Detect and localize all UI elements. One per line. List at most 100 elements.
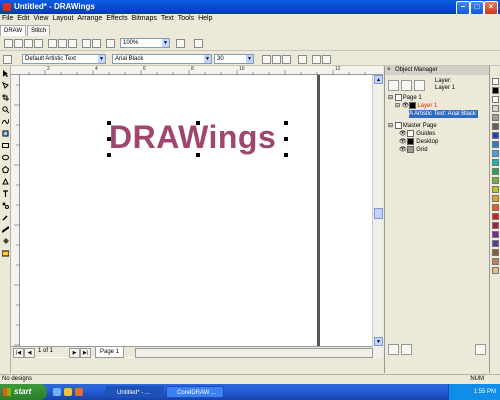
clock[interactable]: 1:55 PM [474, 389, 496, 395]
scroll-down-icon[interactable]: ▼ [374, 337, 383, 346]
options-icon[interactable] [176, 39, 185, 48]
visibility-icon[interactable]: 👁 [399, 147, 407, 153]
color-swatch[interactable] [492, 87, 499, 94]
interactive-blend-tool-icon[interactable] [2, 202, 9, 209]
color-swatch[interactable] [492, 132, 499, 139]
font-name-select[interactable]: Arial Black ▼ [112, 54, 212, 64]
bold-icon[interactable] [262, 55, 271, 64]
visibility-icon[interactable]: 👁 [399, 131, 407, 137]
selection-handle[interactable] [284, 153, 288, 157]
horizontal-scrollbar[interactable] [135, 348, 373, 358]
layer-manager-view-icon[interactable] [414, 80, 425, 91]
prev-page-icon[interactable]: ◀ [24, 348, 35, 358]
undo-icon[interactable] [82, 39, 91, 48]
menu-arrange[interactable]: Arrange [75, 14, 104, 24]
color-swatch[interactable] [492, 114, 499, 121]
selection-handle[interactable] [284, 121, 288, 125]
color-swatch[interactable] [492, 96, 499, 103]
color-swatch[interactable] [492, 141, 499, 148]
color-swatch[interactable] [492, 168, 499, 175]
selection-handle[interactable] [107, 121, 111, 125]
selection-handle[interactable] [107, 137, 111, 141]
drawing-canvas[interactable]: DRAWings [20, 75, 372, 358]
selection-handle[interactable] [196, 121, 200, 125]
new-master-layer-icon[interactable] [401, 344, 412, 355]
tree-item-master-page[interactable]: ⊟ Master Page [388, 122, 437, 130]
cut-icon[interactable] [48, 39, 57, 48]
save-icon[interactable] [24, 39, 33, 48]
menu-bitmaps[interactable]: Bitmaps [130, 14, 159, 24]
docker-close-icon[interactable]: × [387, 67, 391, 73]
outline-tool-icon[interactable] [1, 226, 10, 233]
text-tool-icon[interactable] [2, 190, 9, 197]
redo-icon[interactable] [92, 39, 101, 48]
menu-tools[interactable]: Tools [176, 14, 196, 24]
help-icon[interactable] [194, 39, 203, 48]
new-layer-icon[interactable] [388, 344, 399, 355]
import-icon[interactable] [106, 39, 115, 48]
menu-layout[interactable]: Layout [50, 14, 75, 24]
tab-draw[interactable]: DRAW [0, 25, 27, 36]
text-style-select[interactable]: Default Artistic Text ▼ [22, 54, 106, 64]
color-swatch[interactable] [492, 123, 499, 130]
eyedropper-tool-icon[interactable] [2, 214, 9, 221]
next-page-icon[interactable]: ▶ [69, 348, 80, 358]
open-icon[interactable] [14, 39, 23, 48]
italic-icon[interactable] [272, 55, 281, 64]
rectangle-tool-icon[interactable] [2, 142, 9, 149]
selection-handle[interactable] [196, 153, 200, 157]
start-button[interactable]: start [0, 384, 47, 400]
freehand-tool-icon[interactable] [1, 118, 10, 125]
task-coreldraw[interactable]: CorelDRAW ... [166, 386, 224, 398]
show-properties-icon[interactable] [388, 80, 399, 91]
format-text-icon[interactable] [312, 55, 321, 64]
color-swatch[interactable] [492, 195, 499, 202]
menu-effects[interactable]: Effects [104, 14, 129, 24]
artistic-text-object[interactable]: DRAWings [109, 121, 276, 153]
tree-item-grid[interactable]: 👁 Grid [399, 146, 428, 154]
crop-tool-icon[interactable] [2, 94, 9, 101]
menu-text[interactable]: Text [159, 14, 176, 24]
basic-shapes-tool-icon[interactable] [2, 177, 9, 185]
smart-fill-tool-icon[interactable] [2, 130, 9, 137]
menu-file[interactable]: File [0, 14, 15, 24]
color-swatch[interactable] [492, 78, 499, 85]
copy-icon[interactable] [58, 39, 67, 48]
visibility-icon[interactable]: 👁 [402, 103, 410, 109]
visibility-icon[interactable]: 👁 [399, 139, 407, 145]
quick-launch-ie-icon[interactable] [53, 388, 61, 396]
paste-icon[interactable] [68, 39, 77, 48]
page-tab[interactable]: Page 1 [95, 347, 125, 358]
underline-icon[interactable] [282, 55, 291, 64]
first-page-icon[interactable]: |◀ [13, 348, 24, 358]
vertical-scrollbar[interactable]: ▲ ▼ [372, 75, 383, 358]
tree-item-desktop[interactable]: 👁 Desktop [399, 138, 438, 146]
interactive-fill-tool-icon[interactable] [1, 250, 10, 257]
tree-item-guides[interactable]: 👁 Guides [399, 130, 435, 138]
color-swatch[interactable] [492, 150, 499, 157]
color-swatch[interactable] [492, 204, 499, 211]
menu-view[interactable]: View [31, 14, 50, 24]
task-drawings[interactable]: Untitled* - ... [106, 386, 164, 398]
color-swatch[interactable] [492, 105, 499, 112]
selection-handle[interactable] [107, 153, 111, 157]
quick-launch-folder-icon[interactable] [64, 388, 72, 396]
scroll-thumb[interactable] [374, 208, 383, 219]
zoom-tool-icon[interactable] [2, 106, 10, 114]
tab-stitch[interactable]: Stitch [27, 25, 51, 36]
minimize-button[interactable]: – [456, 1, 470, 15]
ellipse-tool-icon[interactable] [2, 154, 9, 161]
color-swatch[interactable] [492, 159, 499, 166]
quick-launch-media-icon[interactable] [75, 388, 83, 396]
color-swatch[interactable] [492, 177, 499, 184]
tree-item-layer[interactable]: ⊟ 👁 Layer 1 [395, 102, 437, 110]
selection-handle[interactable] [284, 137, 288, 141]
pick-tool-icon[interactable] [2, 70, 9, 77]
maximize-button[interactable]: □ [470, 1, 484, 15]
color-swatch[interactable] [492, 186, 499, 193]
tree-item-page[interactable]: ⊟ Page 1 [388, 94, 422, 102]
shape-tool-icon[interactable] [2, 82, 9, 89]
new-icon[interactable] [4, 39, 13, 48]
fill-tool-icon[interactable] [2, 238, 9, 245]
edit-across-layers-icon[interactable] [401, 80, 412, 91]
